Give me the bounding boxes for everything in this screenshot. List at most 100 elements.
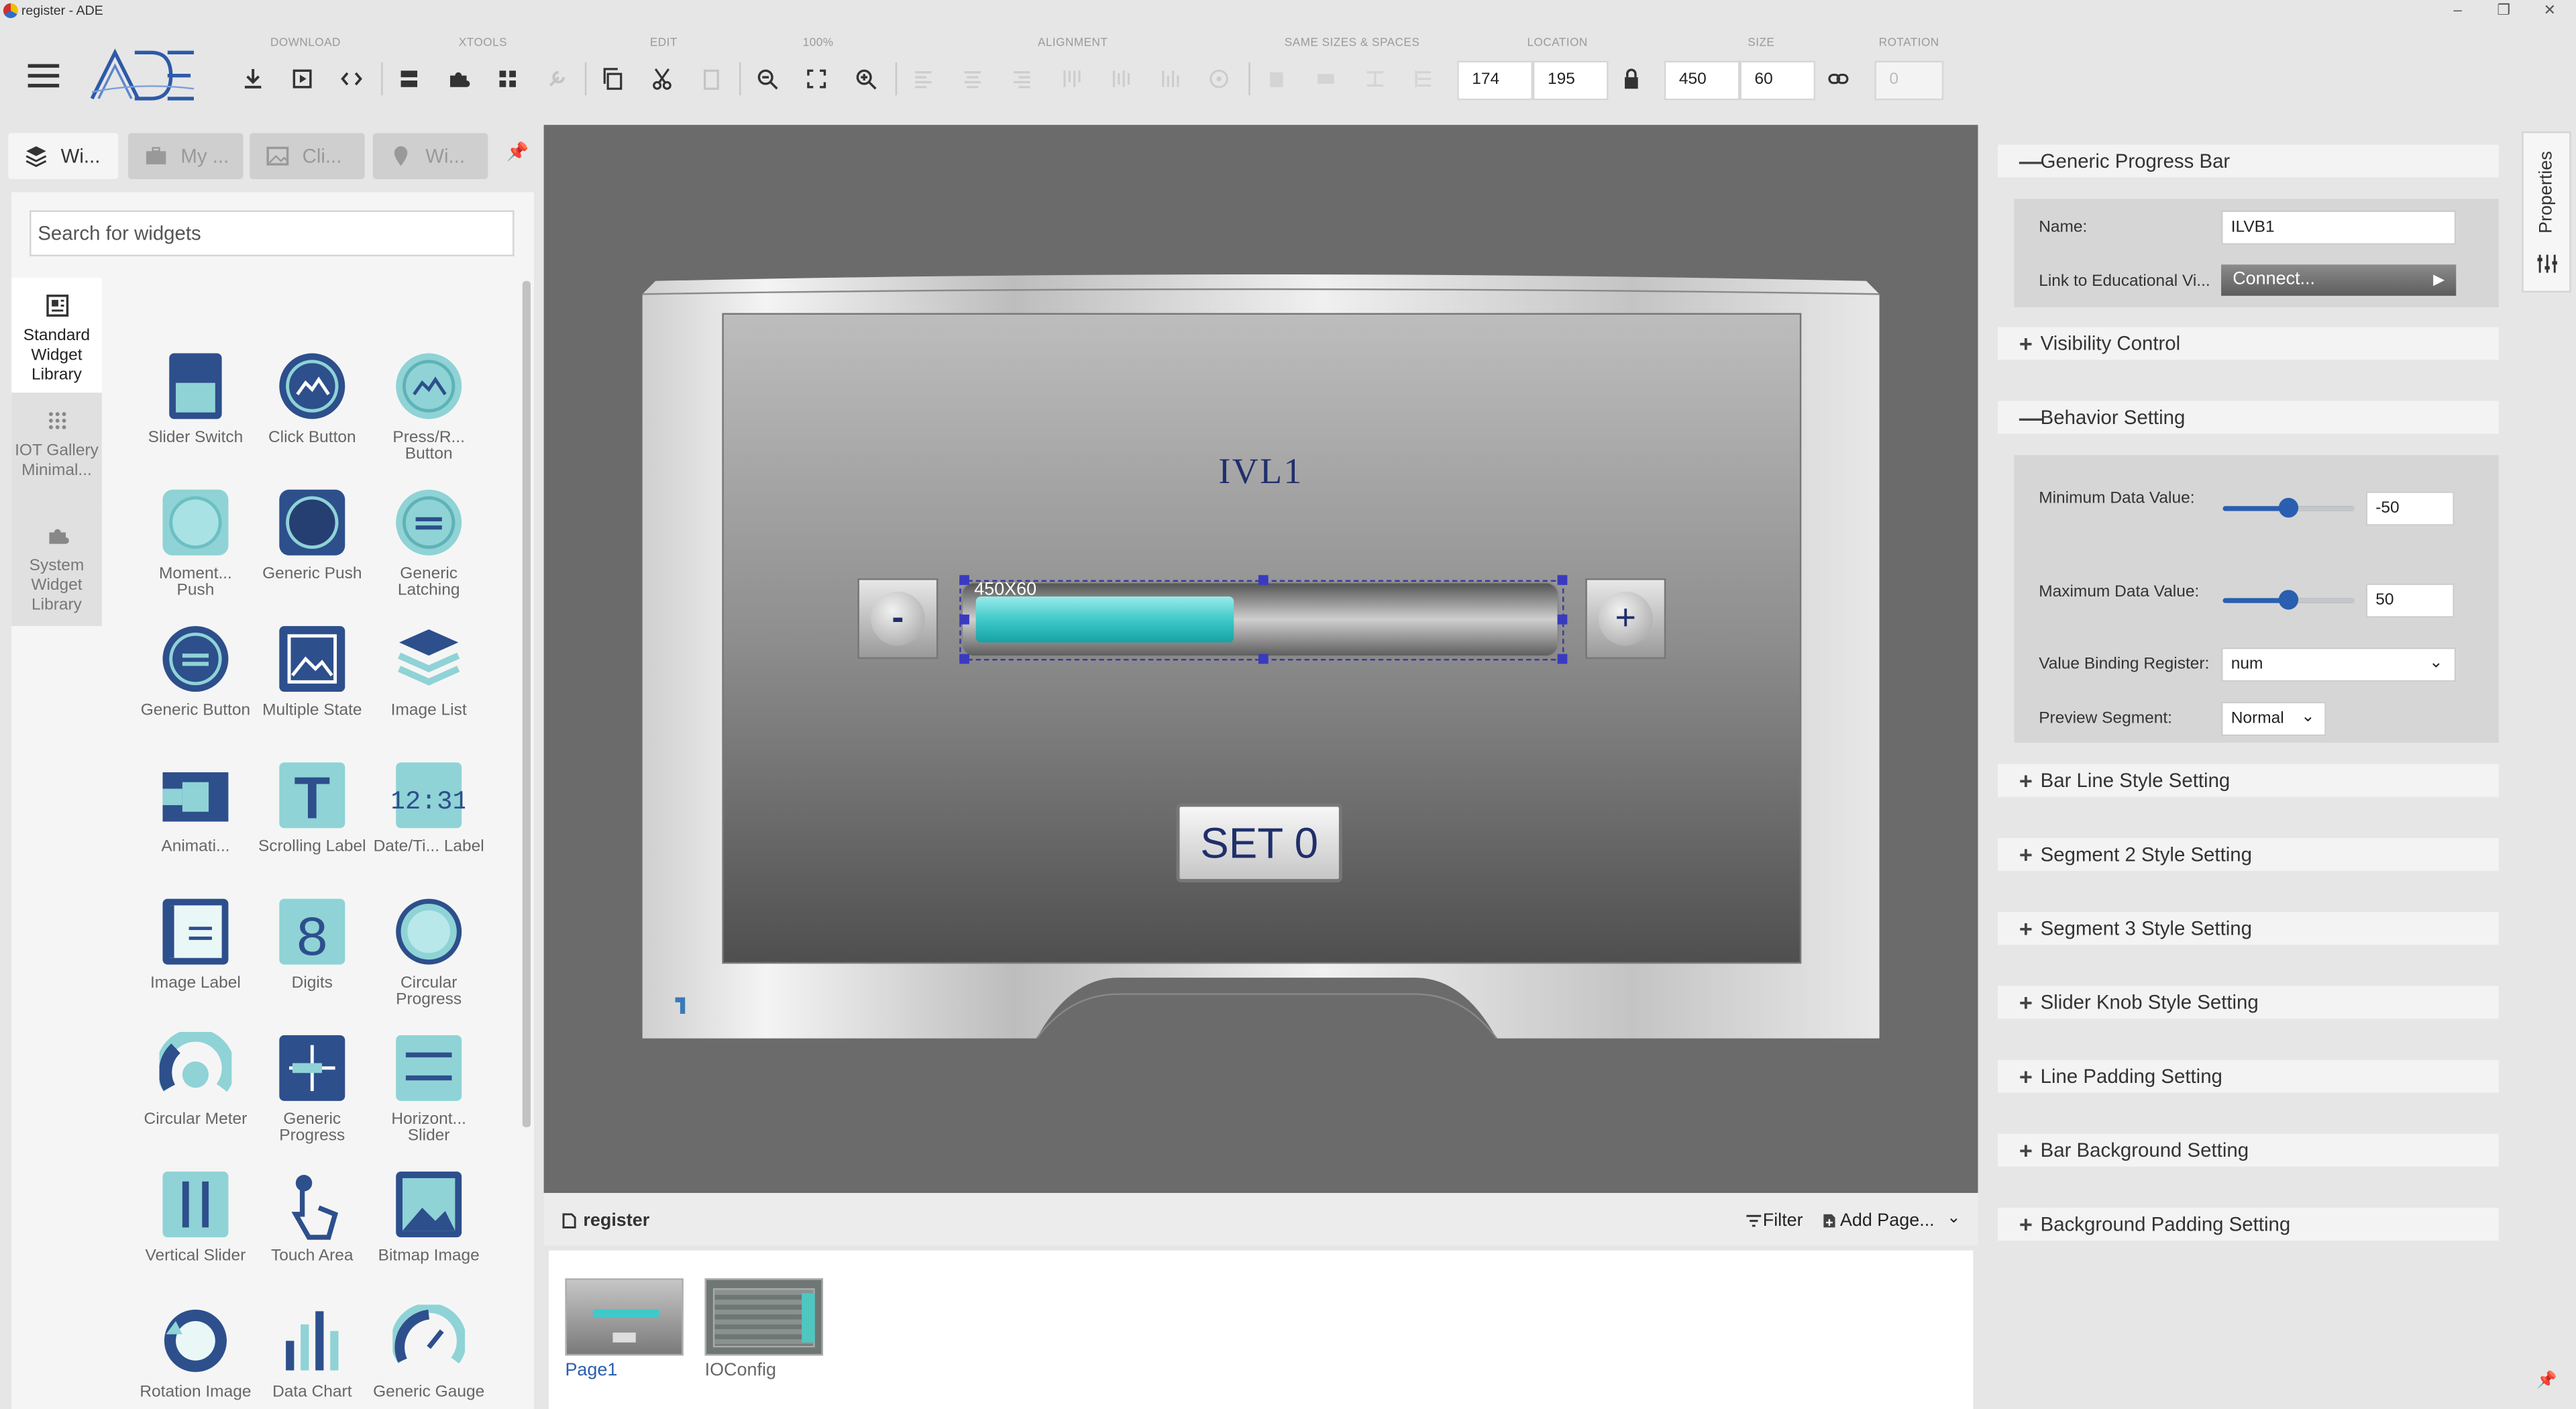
increment-button[interactable]: + xyxy=(1585,578,1666,660)
location-x-field[interactable]: 174 xyxy=(1457,60,1533,101)
page-thumbnail-ioconfig[interactable] xyxy=(704,1278,823,1356)
design-canvas[interactable]: IVL1 - 450X60 + SET 0 xyxy=(543,125,1978,1193)
properties-side-tab[interactable]: Properties xyxy=(2522,131,2571,293)
tab-my-widgets[interactable]: My ... xyxy=(128,133,244,179)
widget-touch-area[interactable]: Touch Area xyxy=(255,1168,370,1265)
widget-label: Moment... Push xyxy=(158,565,232,600)
preview-segment-select[interactable]: Normal ⌄ xyxy=(2221,701,2326,737)
max-value-field[interactable]: 50 xyxy=(2365,583,2455,618)
widget-circular-progress[interactable]: Circular Progress xyxy=(371,896,486,1009)
min-value-field[interactable]: -50 xyxy=(2365,491,2455,526)
close-button[interactable]: ✕ xyxy=(2533,0,2566,21)
location-y-field[interactable]: 195 xyxy=(1532,60,1609,101)
resize-handle[interactable] xyxy=(959,575,969,585)
maximize-button[interactable]: ❐ xyxy=(2487,0,2520,21)
max-value-slider[interactable] xyxy=(2222,590,2355,610)
decrement-button[interactable]: - xyxy=(857,578,938,660)
widget-date-ti-label[interactable]: 12:31 Date/Ti... Label xyxy=(371,759,486,855)
widget-digits[interactable]: 8 Digits xyxy=(255,896,370,992)
code-icon[interactable] xyxy=(332,61,372,97)
preview-play-icon[interactable] xyxy=(282,61,322,97)
zoom-out-icon[interactable] xyxy=(747,61,787,97)
section-background-padding-setting[interactable]: + Background Padding Setting xyxy=(1997,1208,2499,1241)
svg-text:12:31: 12:31 xyxy=(392,786,465,817)
category-iot-gallery[interactable]: IOT Gallery Minimal... xyxy=(11,393,102,508)
widget-slider-switch[interactable]: Slider Switch xyxy=(138,350,253,447)
section-behavior-setting[interactable]: — Behavior Setting xyxy=(1997,401,2499,434)
widget-click-button[interactable]: Click Button xyxy=(255,350,370,447)
widget-generic-gauge[interactable]: Generic Gauge xyxy=(371,1304,486,1402)
resize-handle[interactable] xyxy=(959,614,969,625)
resize-handle[interactable] xyxy=(959,654,969,664)
category-system-widget-library[interactable]: System Widget Library xyxy=(11,507,102,627)
min-value-slider[interactable] xyxy=(2222,498,2355,518)
tab-clipart[interactable]: Cli... xyxy=(250,133,365,179)
widget-search-input[interactable] xyxy=(30,210,515,257)
rotation-field[interactable]: 0 xyxy=(1874,60,1944,101)
plus-label: + xyxy=(1598,591,1653,646)
pin-icon[interactable]: 📌 xyxy=(2536,1372,2557,1390)
tab-widgets[interactable]: Wi... xyxy=(8,133,119,179)
section-line-padding-setting[interactable]: + Line Padding Setting xyxy=(1997,1059,2499,1093)
pin-icon[interactable]: 📌 xyxy=(502,142,532,171)
widget-generic-latching[interactable]: Generic Latching xyxy=(371,486,486,600)
widget-circular-meter[interactable]: Circular Meter xyxy=(138,1031,253,1129)
widget-rotation-image[interactable]: Rotation Image xyxy=(138,1305,253,1402)
fit-screen-icon[interactable] xyxy=(797,61,837,97)
widget-generic-push[interactable]: Generic Push xyxy=(255,486,370,583)
binding-register-select[interactable]: num ⌄ xyxy=(2221,647,2457,682)
hamburger-menu-icon[interactable] xyxy=(23,59,66,92)
section-segment-2-style-setting[interactable]: + Segment 2 Style Setting xyxy=(1997,837,2499,871)
minimize-button[interactable]: – xyxy=(2441,0,2474,21)
widget-bitmap-image[interactable]: Bitmap Image xyxy=(371,1168,486,1265)
set-zero-button[interactable]: SET 0 xyxy=(1176,803,1342,883)
widget-moment-push[interactable]: Moment... Push xyxy=(138,486,253,600)
widget-list-scrollbar[interactable] xyxy=(522,280,531,1128)
section-generic-progress-bar[interactable]: — Generic Progress Bar xyxy=(1997,144,2499,178)
resize-handle[interactable] xyxy=(1557,654,1568,664)
section-title: Bar Background Setting xyxy=(2040,1139,2249,1162)
section-title: Generic Progress Bar xyxy=(2040,149,2231,173)
resize-handle[interactable] xyxy=(1557,575,1568,585)
widget-animati[interactable]: Animati... xyxy=(138,759,253,855)
widget-data-chart[interactable]: Data Chart xyxy=(255,1305,370,1402)
widget-generic-progress[interactable]: Generic Progress xyxy=(255,1032,370,1145)
section-slider-knob-style-setting[interactable]: + Slider Knob Style Setting xyxy=(1997,986,2499,1019)
page-label-page1[interactable]: Page1 xyxy=(565,1361,617,1380)
download-icon[interactable] xyxy=(233,61,273,97)
cut-icon[interactable] xyxy=(643,61,682,97)
widget-generic-button[interactable]: Generic Button xyxy=(138,623,253,719)
section-bar-line-style-setting[interactable]: + Bar Line Style Setting xyxy=(1997,764,2499,797)
widget-image-label[interactable]: Image Label xyxy=(138,896,253,992)
widget-image-list[interactable]: Image List xyxy=(371,623,486,719)
project-name: register xyxy=(583,1210,650,1231)
category-standard-widget-library[interactable]: Standard Widget Library xyxy=(11,277,102,393)
page-label-ioconfig[interactable]: IOConfig xyxy=(705,1361,776,1380)
section-visibility-control[interactable]: + Visibility Control xyxy=(1997,327,2499,360)
widget-vertical-slider[interactable]: Vertical Slider xyxy=(138,1168,253,1265)
layers-tool-icon[interactable] xyxy=(389,61,429,97)
zoom-in-icon[interactable] xyxy=(846,61,885,97)
link-aspect-icon[interactable] xyxy=(1819,61,1858,97)
page-thumbnail-page1[interactable] xyxy=(565,1278,684,1356)
widget-press-r-button[interactable]: Press/R... Button xyxy=(371,350,486,464)
size-height-field[interactable]: 60 xyxy=(1739,60,1816,101)
widgets-grid-icon[interactable] xyxy=(488,61,527,97)
resize-handle[interactable] xyxy=(1557,614,1568,625)
section-segment-3-style-setting[interactable]: + Segment 3 Style Setting xyxy=(1997,912,2499,945)
size-width-field[interactable]: 450 xyxy=(1664,60,1740,101)
lock-icon[interactable] xyxy=(1611,61,1651,97)
widget-scrolling-label[interactable]: T Scrolling Label xyxy=(255,759,370,855)
resize-handle[interactable] xyxy=(1258,575,1269,585)
copy-icon[interactable] xyxy=(593,61,633,97)
name-label: Name: xyxy=(2039,218,2088,237)
resize-handle[interactable] xyxy=(1258,654,1269,664)
section-bar-background-setting[interactable]: + Bar Background Setting xyxy=(1997,1133,2499,1167)
tab-wi-gallery[interactable]: Wi... xyxy=(372,133,488,179)
widget-multiple-state[interactable]: Multiple State xyxy=(255,623,370,719)
widget-horizont-slider[interactable]: Horizont... Slider xyxy=(371,1032,486,1145)
add-page-button[interactable]: Add Page... ⌄ xyxy=(1822,1209,1961,1235)
puzzle-icon[interactable] xyxy=(439,61,478,97)
connect-button[interactable]: Connect... ▶ xyxy=(2221,264,2457,296)
name-field[interactable]: ILVB1 xyxy=(2221,210,2457,245)
